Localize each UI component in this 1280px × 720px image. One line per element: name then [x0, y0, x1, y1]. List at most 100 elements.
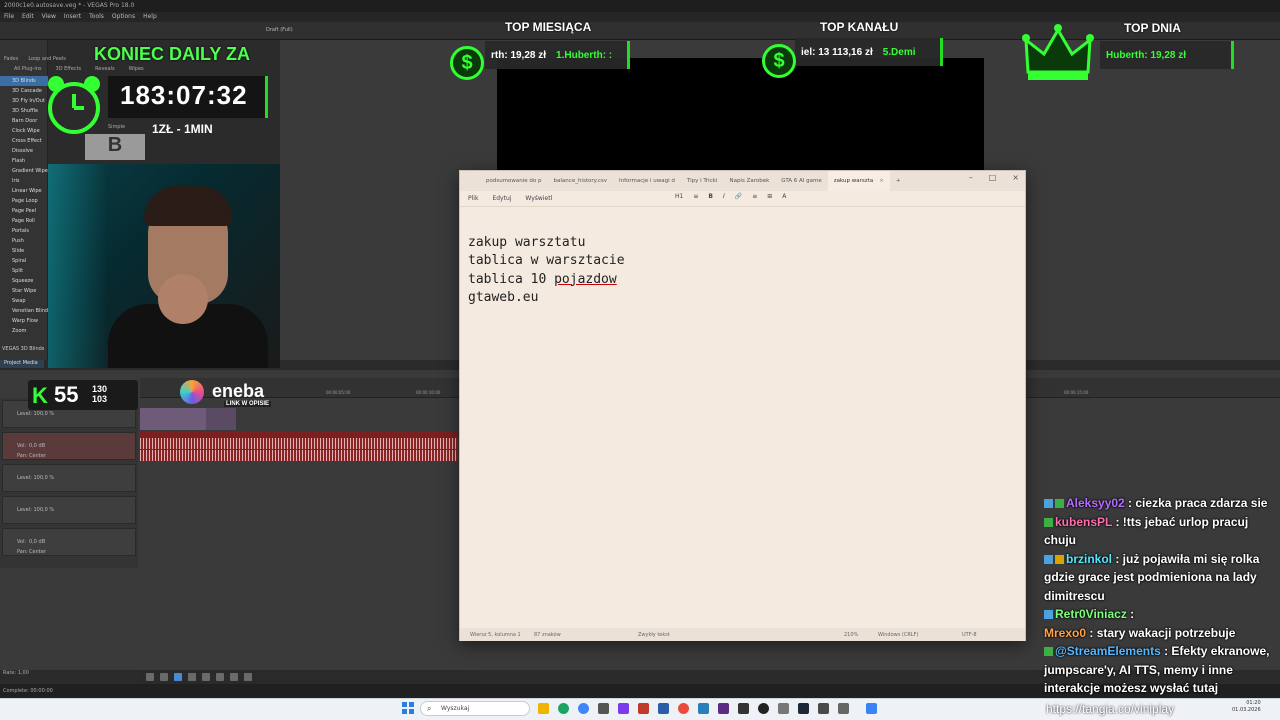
notepad-tab[interactable]: Informacje i uwagi d — [613, 171, 681, 191]
fx-item[interactable]: Page Loop — [0, 196, 48, 206]
preview-quality[interactable]: Draft (Full) — [266, 27, 293, 33]
fx-item[interactable]: Cross Effect — [0, 136, 48, 146]
app-icon[interactable] — [658, 703, 669, 714]
chrome-icon[interactable] — [578, 703, 589, 714]
fx-thumbnail[interactable]: B — [85, 134, 145, 160]
fx-item[interactable]: Warp Flow — [0, 316, 48, 326]
app-icon[interactable] — [638, 703, 649, 714]
fx-item[interactable]: Clock Wipe — [0, 126, 48, 136]
fx-item[interactable]: 3D Shuffle — [0, 106, 48, 116]
opera-icon[interactable] — [678, 703, 689, 714]
vegas-icon[interactable] — [818, 703, 829, 714]
notepad-tab[interactable]: Napis Zarobek — [723, 171, 775, 191]
table-button[interactable]: ⊞ — [767, 193, 772, 200]
menu-tools[interactable]: Tools — [89, 13, 104, 21]
tab-project-media[interactable]: Project Media — [0, 360, 44, 368]
fx-item[interactable]: Split — [0, 266, 48, 276]
play-button[interactable] — [174, 673, 182, 681]
notepad-tab[interactable]: balance_history.csv — [548, 171, 613, 191]
minimize-icon[interactable]: – — [969, 173, 973, 182]
fx-item[interactable]: Spiral — [0, 256, 48, 266]
menu-plik[interactable]: Plik — [468, 195, 478, 202]
fx-item[interactable]: Venetian Blinds — [0, 306, 51, 316]
notepad-tab-active[interactable]: zakup warszta × — [827, 171, 890, 191]
bold-button[interactable]: B — [708, 193, 713, 200]
fx-item[interactable]: 3D Fly In/Out — [0, 96, 48, 106]
link-button[interactable]: 🔗 — [735, 193, 742, 200]
menu-insert[interactable]: Insert — [64, 13, 81, 21]
notepad-text-area[interactable]: zakup warsztatu tablica w warsztacie tabli… — [468, 215, 625, 308]
menu-edytuj[interactable]: Edytuj — [492, 195, 511, 202]
close-icon[interactable]: × — [1012, 173, 1019, 182]
video-clip[interactable] — [206, 408, 236, 430]
next-frame-button[interactable] — [230, 673, 238, 681]
tab-wipes[interactable]: Wipes — [129, 66, 144, 72]
go-end-button[interactable] — [244, 673, 252, 681]
loop-button[interactable] — [160, 673, 168, 681]
app-icon[interactable] — [618, 703, 629, 714]
fx-item[interactable]: Slide — [0, 246, 48, 256]
prev-frame-button[interactable] — [216, 673, 224, 681]
obs-icon[interactable] — [758, 703, 769, 714]
app-icon[interactable] — [778, 703, 789, 714]
track-header-video-3[interactable]: Level: 100,0 % — [2, 496, 136, 524]
notepad-tab[interactable]: GTA 6 AI game — [775, 171, 828, 191]
fx-item[interactable]: Barn Door — [0, 116, 48, 126]
menu-wyswietl[interactable]: Wyświetl — [525, 195, 552, 202]
tab-loop-peels[interactable]: Loop and Peels — [28, 56, 66, 62]
notepad-tab[interactable]: podsumowanie do p — [480, 171, 548, 191]
track-header-audio-2[interactable]: Vol: 0,0 dB Pan: Center — [2, 528, 136, 556]
maximize-icon[interactable]: □ — [989, 173, 997, 182]
fx-item[interactable]: Page Roll — [0, 216, 48, 226]
fx-item[interactable]: Iris — [0, 176, 48, 186]
close-tab-icon[interactable]: × — [879, 178, 884, 184]
fx-item[interactable]: Linear Wipe — [0, 186, 48, 196]
fx-item[interactable]: Gradient Wipe — [0, 166, 48, 176]
fx-item[interactable]: Squeeze — [0, 276, 48, 286]
app-icon[interactable] — [738, 703, 749, 714]
tab-fades[interactable]: Fades — [4, 56, 18, 62]
fx-item[interactable]: Zoom — [0, 326, 48, 336]
stop-button[interactable] — [202, 673, 210, 681]
notepad-tab[interactable]: Tipy i Tricki — [681, 171, 724, 191]
heading-button[interactable]: H1 — [675, 193, 683, 200]
notepad-icon[interactable] — [866, 703, 877, 714]
fx-item[interactable]: Push — [0, 236, 48, 246]
edge-icon[interactable] — [558, 703, 569, 714]
app-icon[interactable] — [718, 703, 729, 714]
fx-item[interactable]: Star Wipe — [0, 286, 48, 296]
menu-view[interactable]: View — [42, 13, 56, 21]
fx-item[interactable]: 3D Blinds — [0, 76, 48, 86]
windows-start-icon[interactable] — [402, 702, 414, 714]
taskbar-clock[interactable]: 01:20 01.03.2026 — [1232, 700, 1261, 714]
fx-item[interactable]: Page Peel — [0, 206, 48, 216]
fx-item[interactable]: Flash — [0, 156, 48, 166]
record-button[interactable] — [146, 673, 154, 681]
track-header-audio-1[interactable]: Vol: 0,0 dB Pan: Center — [2, 432, 136, 460]
audio-clip[interactable] — [140, 432, 458, 462]
tab-all-plugins[interactable]: All Plug-ins — [14, 66, 42, 72]
fx-item[interactable]: Dissolve — [0, 146, 48, 156]
fx-item[interactable]: Portals — [0, 226, 48, 236]
kick-logo: K — [32, 383, 48, 408]
taskbar-search[interactable]: ⌕ Wyszukaj — [420, 701, 530, 716]
align-button[interactable]: ≡ — [752, 193, 757, 200]
track-vol-value: 0,0 dB — [29, 539, 46, 545]
menu-options[interactable]: Options — [112, 13, 135, 21]
list-button[interactable]: ≡ — [693, 193, 698, 200]
menu-file[interactable]: File — [4, 13, 14, 21]
menu-help[interactable]: Help — [143, 13, 157, 21]
pause-button[interactable] — [188, 673, 196, 681]
new-tab-icon[interactable]: + — [890, 171, 907, 191]
menu-edit[interactable]: Edit — [22, 13, 34, 21]
file-explorer-icon[interactable] — [538, 703, 549, 714]
fx-item[interactable]: 3D Cascade — [0, 86, 48, 96]
steam-icon[interactable] — [798, 703, 809, 714]
app-icon[interactable] — [698, 703, 709, 714]
clear-format-button[interactable]: A — [782, 193, 786, 200]
fx-item[interactable]: Swap — [0, 296, 48, 306]
app-icon[interactable] — [838, 703, 849, 714]
app-icon[interactable] — [598, 703, 609, 714]
track-header-video-2[interactable]: Level: 100,0 % — [2, 464, 136, 492]
italic-button[interactable]: I — [723, 193, 725, 200]
